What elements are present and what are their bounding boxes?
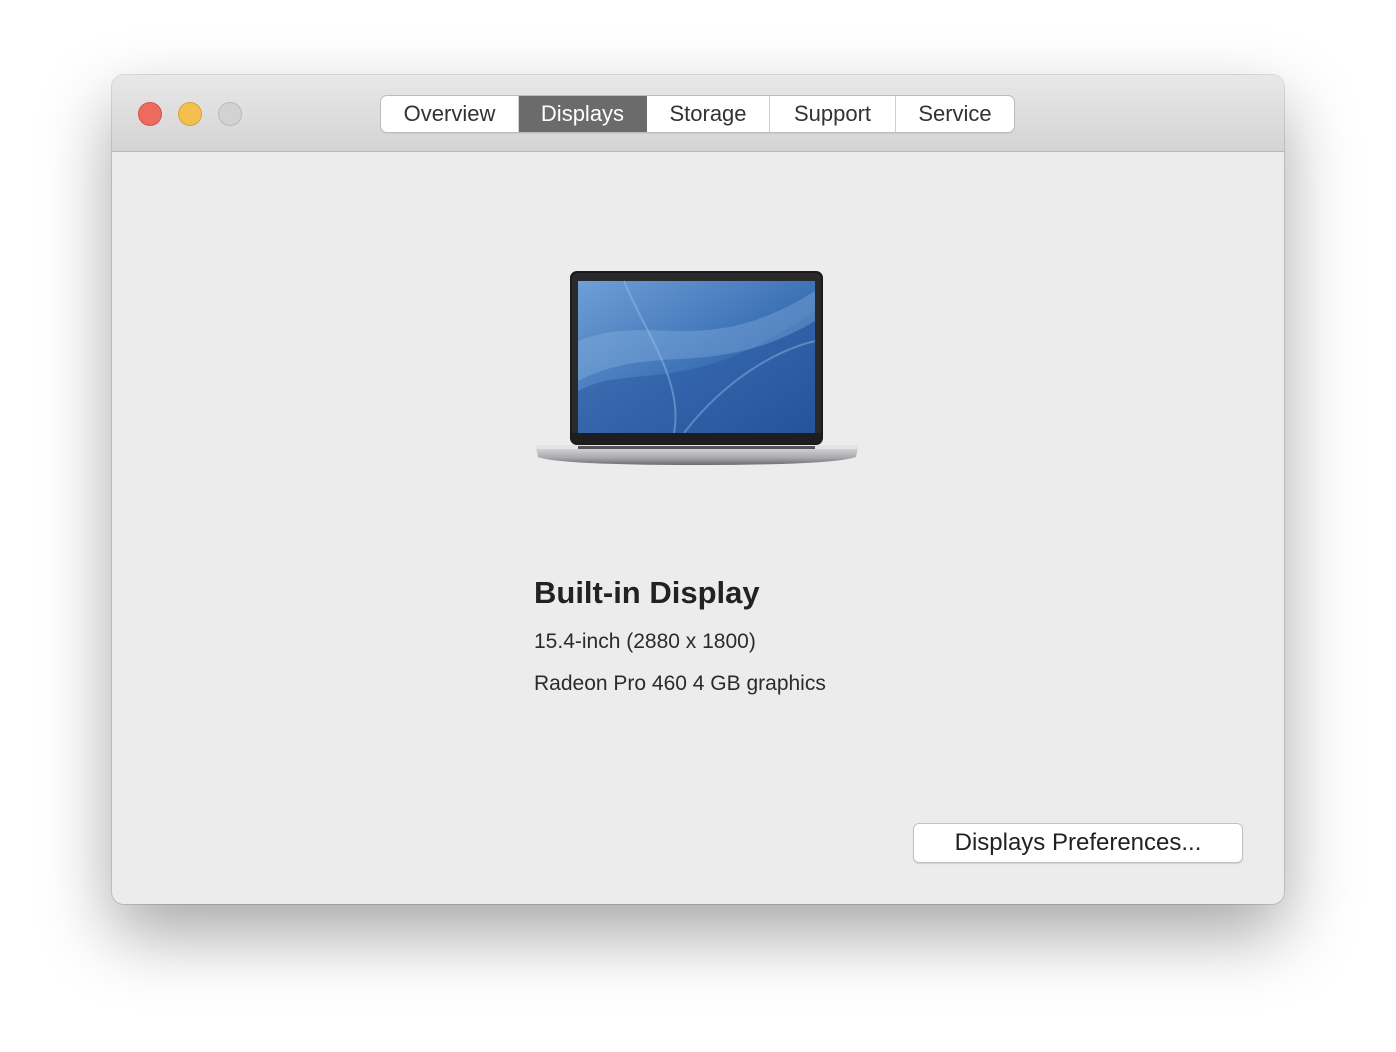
minimize-button[interactable] xyxy=(178,102,202,126)
tab-storage[interactable]: Storage xyxy=(647,96,770,132)
display-size-resolution: 15.4-inch (2880 x 1800) xyxy=(534,630,756,653)
about-this-mac-window: Overview Displays Storage Support Servic… xyxy=(112,75,1284,904)
tab-overview[interactable]: Overview xyxy=(381,96,519,132)
close-button[interactable] xyxy=(138,102,162,126)
display-graphics: Radeon Pro 460 4 GB graphics xyxy=(534,672,826,695)
display-title: Built-in Display xyxy=(534,575,760,610)
macbook-pro-laptop-icon xyxy=(534,271,860,467)
tab-displays[interactable]: Displays xyxy=(519,96,647,132)
tab-support[interactable]: Support xyxy=(770,96,896,132)
display-info: Built-in Display 15.4-inch (2880 x 1800)… xyxy=(534,571,1034,699)
zoom-button[interactable] xyxy=(218,102,242,126)
displays-preferences-button[interactable]: Displays Preferences... xyxy=(913,823,1243,863)
tab-service[interactable]: Service xyxy=(896,96,1014,132)
tab-bar: Overview Displays Storage Support Servic… xyxy=(380,95,1015,133)
titlebar: Overview Displays Storage Support Servic… xyxy=(112,75,1284,152)
